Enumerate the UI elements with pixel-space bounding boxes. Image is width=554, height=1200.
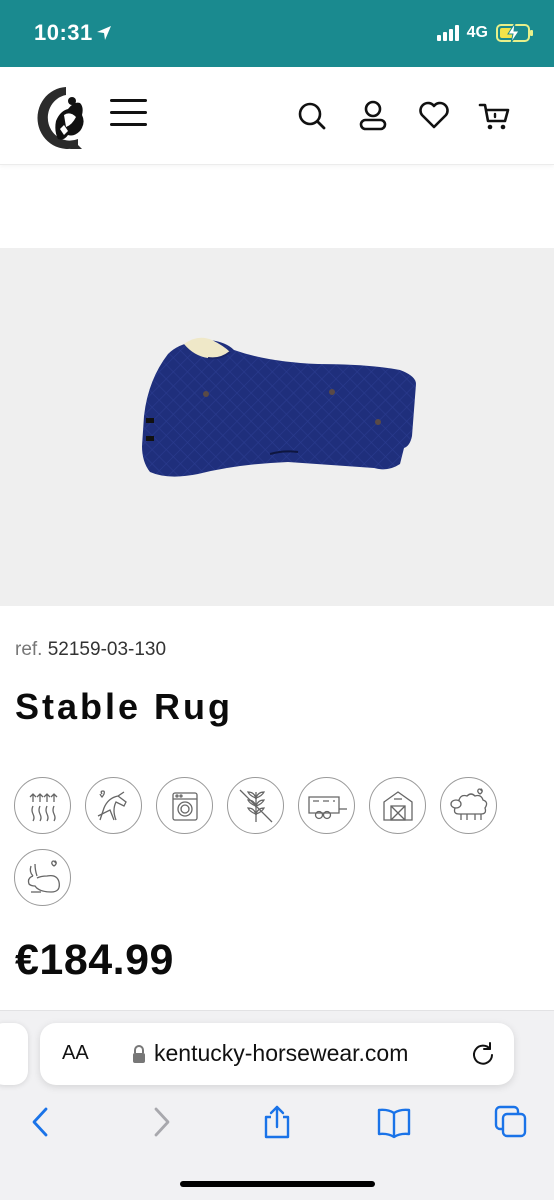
stable-barn-icon[interactable] <box>369 777 426 834</box>
forward-icon[interactable] <box>144 1105 178 1139</box>
battery-icon <box>496 23 533 43</box>
home-indicator <box>180 1181 375 1187</box>
cart-icon[interactable] <box>478 100 512 132</box>
tabs-icon[interactable] <box>494 1105 528 1139</box>
product-price: €184.99 <box>15 936 174 984</box>
heart-icon[interactable] <box>418 100 450 132</box>
rabbit-icon[interactable] <box>14 849 71 906</box>
location-arrow-icon <box>97 26 111 40</box>
reference-number: 52159-03-130 <box>47 639 167 660</box>
lock-icon <box>133 1045 145 1063</box>
site-header <box>0 67 554 165</box>
network-type: 4G <box>466 24 488 41</box>
text-size-button[interactable]: AA <box>62 1042 89 1065</box>
kentucky-logo[interactable] <box>26 81 90 151</box>
stable-rug-image <box>142 337 416 477</box>
browser-toolbar: AA kentucky-horsewear.com <box>0 1010 554 1200</box>
hamburger-icon[interactable] <box>110 99 147 129</box>
user-icon[interactable] <box>358 100 388 132</box>
cellular-signal-icon <box>436 25 459 41</box>
search-icon[interactable] <box>297 100 327 132</box>
no-grain-icon[interactable] <box>227 777 284 834</box>
product-image-area[interactable] <box>0 248 554 606</box>
product-title: Stable Rug <box>15 686 234 727</box>
bookmarks-icon[interactable] <box>376 1105 412 1139</box>
product-reference: ref. 52159-03-130 <box>15 639 166 661</box>
sheep-wool-icon[interactable] <box>440 777 497 834</box>
horse-comfort-icon[interactable] <box>85 777 142 834</box>
reload-icon[interactable] <box>470 1041 496 1067</box>
status-time: 10:31 <box>34 20 93 45</box>
status-bar: 10:31 4G <box>0 0 554 67</box>
previous-tab-preview[interactable] <box>0 1023 28 1085</box>
address-bar[interactable]: AA kentucky-horsewear.com <box>40 1023 514 1085</box>
reference-label: ref. <box>15 639 43 660</box>
url-text[interactable]: kentucky-horsewear.com <box>154 1040 408 1067</box>
back-icon[interactable] <box>24 1105 58 1139</box>
share-icon[interactable] <box>260 1105 294 1139</box>
horse-trailer-icon[interactable] <box>298 777 355 834</box>
status-indicators: 4G <box>436 23 533 43</box>
breathable-icon[interactable] <box>14 777 71 834</box>
washing-machine-icon[interactable] <box>156 777 213 834</box>
